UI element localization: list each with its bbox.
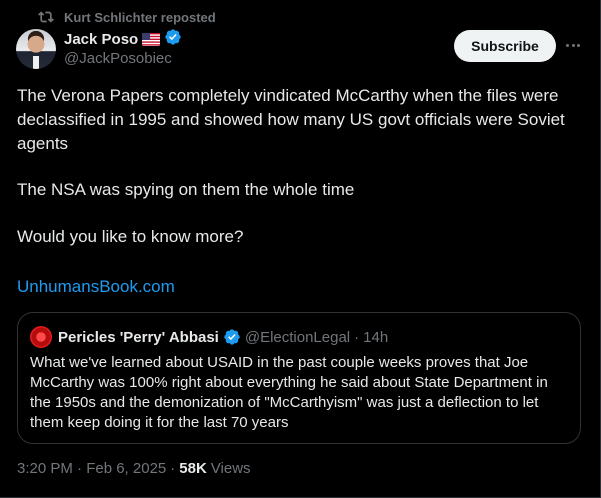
separator-dot: · xyxy=(170,460,176,477)
quoted-author-avatar[interactable] xyxy=(30,326,52,348)
author-avatar[interactable] xyxy=(16,29,56,69)
repost-indicator[interactable]: Kurt Schlichter reposted xyxy=(38,8,216,26)
separator-dot: · xyxy=(354,328,360,346)
repost-icon xyxy=(38,11,54,23)
verified-badge-icon xyxy=(164,28,182,51)
author-display-name[interactable]: Jack Poso xyxy=(64,31,138,48)
author-handle[interactable]: @JackPosobiec xyxy=(64,50,172,67)
more-options-icon[interactable] xyxy=(562,34,584,56)
tweet-paragraph: The NSA was spying on them the whole tim… xyxy=(17,180,355,199)
subscribe-button[interactable]: Subscribe xyxy=(454,30,556,62)
tweet-timestamp[interactable]: 3:20 PM · Feb 6, 2025 xyxy=(17,460,166,477)
quoted-tweet-time[interactable]: 14h xyxy=(363,329,388,346)
repost-label: Kurt Schlichter reposted xyxy=(64,9,216,25)
quoted-tweet-header: Pericles 'Perry' Abbasi @ElectionLegal ·… xyxy=(58,326,388,348)
quoted-author-name[interactable]: Pericles 'Perry' Abbasi xyxy=(58,329,219,346)
tweet-link[interactable]: UnhumansBook.com xyxy=(17,275,175,299)
tweet-meta: 3:20 PM · Feb 6, 2025 · 58K Views xyxy=(17,460,251,477)
views-label: Views xyxy=(210,460,251,477)
tweet-paragraph: Would you like to know more? xyxy=(17,227,244,246)
quoted-author-handle[interactable]: @ElectionLegal xyxy=(245,329,350,346)
views-count: 58K xyxy=(179,460,207,477)
tweet-paragraph: The Verona Papers completely vindicated … xyxy=(17,86,565,153)
us-flag-icon xyxy=(142,32,161,46)
quoted-tweet-card[interactable]: Pericles 'Perry' Abbasi @ElectionLegal ·… xyxy=(17,312,581,444)
verified-badge-icon xyxy=(223,328,241,346)
quoted-tweet-text: What we've learned about USAID in the pa… xyxy=(30,354,548,431)
author-name-row[interactable]: Jack Poso xyxy=(64,28,182,51)
